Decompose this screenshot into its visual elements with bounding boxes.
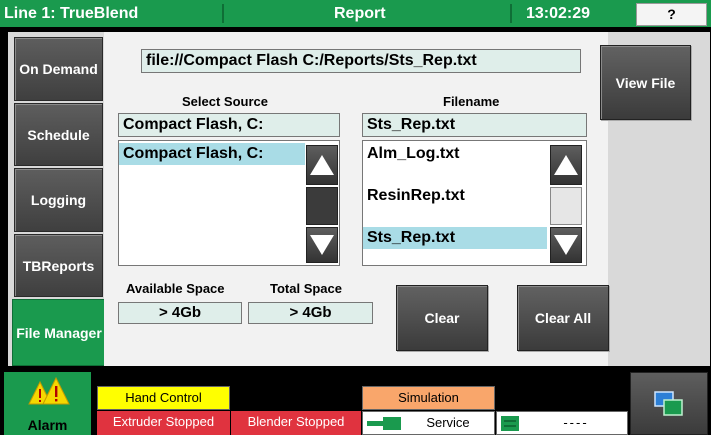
view-file-button[interactable]: View File (600, 45, 691, 120)
triangle-down-icon (554, 235, 578, 255)
service-indicator: Service (362, 411, 495, 435)
document-icon (501, 416, 519, 431)
clear-all-button[interactable]: Clear All (517, 285, 609, 351)
source-list[interactable]: Compact Flash, C: (118, 140, 340, 266)
select-source-label: Select Source (182, 94, 268, 109)
source-field: Compact Flash, C: (118, 113, 340, 137)
filename-field: Sts_Rep.txt (362, 113, 587, 137)
filename-label: Filename (443, 94, 500, 109)
header-divider (510, 4, 512, 23)
nav-label: File Manager (16, 324, 102, 341)
help-button[interactable]: ? (636, 3, 707, 26)
extruder-status: Extruder Stopped (97, 411, 230, 435)
status-indicator: ---- (496, 411, 628, 435)
header-divider (222, 4, 224, 23)
nav-label: On Demand (19, 61, 98, 77)
line-title: Line 1: TrueBlend (4, 5, 139, 22)
view-file-label: View File (615, 74, 676, 91)
placeholder-value: ---- (563, 415, 589, 430)
nav-label: Schedule (27, 126, 90, 143)
nav-label: TBReports (22, 257, 95, 274)
screen-switch-button[interactable] (630, 372, 708, 435)
alarm-button[interactable]: Alarm (4, 372, 91, 435)
available-space-value: > 4Gb (118, 302, 242, 324)
list-item[interactable]: Alm_Log.txt (363, 143, 547, 165)
list-item[interactable]: ResinRep.txt (363, 185, 547, 207)
source-scroll-track[interactable] (306, 187, 338, 225)
list-item[interactable]: Sts_Rep.txt (363, 227, 547, 249)
wrench-icon (367, 417, 401, 430)
clock-time: 13:02:29 (526, 5, 591, 22)
file-list[interactable]: Alm_Log.txt ResinRep.txt Sts_Rep.txt (362, 140, 587, 266)
file-path-display: file://Compact Flash C:/Reports/Sts_Rep.… (141, 49, 581, 73)
nav-on-demand[interactable]: On Demand (14, 37, 103, 101)
triangle-down-icon (310, 235, 334, 255)
available-space-label: Available Space (126, 281, 225, 296)
source-scroll-down[interactable] (306, 227, 338, 263)
nav-label: Logging (30, 192, 87, 208)
screen-switch-icon (654, 390, 683, 416)
nav-file-manager[interactable]: File Manager (12, 299, 106, 366)
nav-logging[interactable]: Logging (14, 168, 103, 232)
blender-status: Blender Stopped (231, 411, 361, 435)
clear-label: Clear (424, 310, 460, 326)
warning-triangles-icon (28, 376, 70, 405)
alarm-label: Alarm (27, 417, 68, 433)
total-space-value: > 4Gb (248, 302, 373, 324)
title-bar: Line 1: TrueBlend Report 13:02:29 ? (0, 0, 711, 27)
source-scroll-up[interactable] (306, 145, 338, 185)
triangle-up-icon (554, 155, 578, 175)
screen-name: Report (334, 5, 386, 22)
service-label: Service (426, 415, 470, 430)
file-scroll-up[interactable] (550, 145, 582, 185)
total-space-label: Total Space (270, 281, 343, 296)
simulation-status: Simulation (362, 386, 495, 410)
file-scroll-down[interactable] (550, 227, 582, 263)
nav-tbreports[interactable]: TBReports (14, 234, 103, 297)
clear-button[interactable]: Clear (396, 285, 488, 351)
nav-schedule[interactable]: Schedule (14, 103, 103, 166)
hand-control-status: Hand Control (97, 386, 230, 410)
triangle-up-icon (310, 155, 334, 175)
clear-all-label: Clear All (534, 310, 592, 326)
file-scroll-thumb[interactable] (550, 187, 582, 225)
list-item[interactable]: Compact Flash, C: (119, 143, 305, 165)
